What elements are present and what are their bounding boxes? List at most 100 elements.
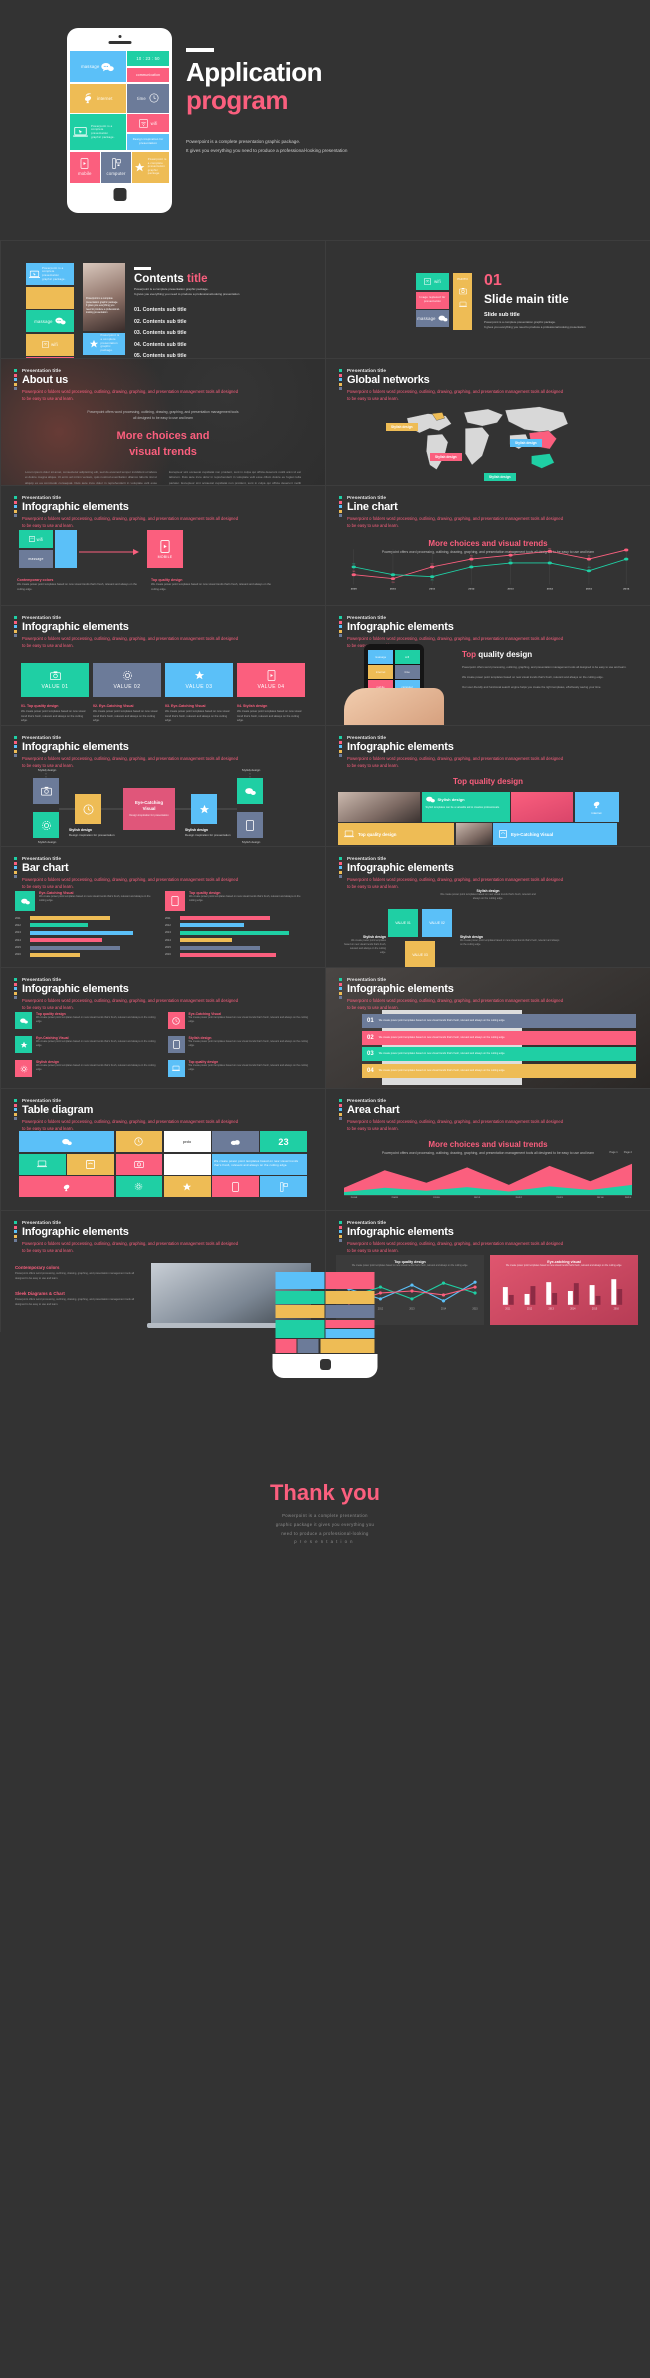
tile-text[interactable]: We create power point templates based on… — [212, 1153, 307, 1175]
slide-main-title[interactable]: wifi Image replaced for presentation mas… — [325, 240, 650, 358]
tile-massage[interactable]: massage — [368, 650, 394, 664]
tile-slate[interactable] — [325, 1305, 375, 1318]
home-button[interactable] — [319, 1359, 331, 1370]
tile-slate[interactable] — [297, 1339, 319, 1353]
tile-wifi[interactable]: wifi — [416, 273, 449, 290]
map-pin[interactable]: Stylish design — [386, 423, 418, 431]
tile-gear[interactable] — [115, 1176, 163, 1197]
tile-wifi[interactable]: wifi — [127, 114, 169, 132]
tile-laptop[interactable]: Powerpoint is a complete presentation gr… — [70, 114, 126, 150]
node-yellow[interactable]: VALUE 03 — [405, 941, 435, 967]
tile-green[interactable] — [275, 1319, 325, 1338]
slide-infographic-5[interactable]: Presentation title Infographic elements … — [325, 725, 650, 846]
tile-massage[interactable]: massage — [416, 310, 449, 327]
tile-mobile[interactable]: MOBILE — [147, 530, 183, 568]
slide-infographic-2[interactable]: Presentation title Infographic elements … — [0, 605, 325, 725]
card-top-quality[interactable]: Top quality design — [338, 823, 454, 845]
tile-blue[interactable] — [275, 1272, 325, 1289]
step-row[interactable]: 01 We create power point templates based… — [362, 1014, 636, 1028]
tile-image-replace[interactable]: Image replaced for presentation — [416, 291, 449, 309]
tile-wifi[interactable] — [67, 1153, 114, 1175]
home-button[interactable] — [113, 188, 126, 201]
slide-line-chart[interactable]: Presentation title Line chart Powerpoint… — [325, 485, 650, 605]
tile-number[interactable]: 23 — [260, 1131, 307, 1152]
tile-wifi[interactable]: wifi — [394, 650, 420, 664]
tile-wifi[interactable]: wifi — [19, 530, 53, 548]
value-card[interactable]: VALUE 01 — [21, 663, 89, 698]
tile-laptop[interactable]: Powerpoint is a complete presentation gr… — [26, 263, 74, 285]
tile-communication[interactable]: communication — [127, 67, 169, 82]
tile-green[interactable] — [275, 1290, 325, 1304]
slide-global-networks[interactable]: Presentation title Global networks Power… — [325, 358, 650, 485]
tile-massage[interactable] — [19, 1131, 114, 1152]
slide-infographic-8[interactable]: Presentation title Infographic elements … — [325, 967, 650, 1088]
list-item[interactable]: 03. Contents sub title — [134, 330, 239, 336]
list-item[interactable]: Eye-Catching Visual We create power point… — [167, 1012, 312, 1029]
list-item[interactable]: Top quality design We create power point … — [15, 1012, 159, 1029]
tile-plain-yellow[interactable] — [26, 286, 74, 309]
tile-star[interactable] — [163, 1176, 211, 1197]
step-row[interactable]: 02 We create power point templates based… — [362, 1030, 636, 1045]
card-stylish-design[interactable]: Stylish design Stylish templates can be … — [421, 792, 510, 822]
slide-infographic-1[interactable]: Presentation title Infographic elements … — [0, 485, 325, 605]
tile-massage[interactable]: massage — [70, 51, 126, 82]
value-card[interactable]: VALUE 04 — [237, 663, 305, 698]
node-green[interactable]: VALUE 01 — [388, 909, 418, 937]
slide-table-diagram[interactable]: Presentation title Table diagram Powerpo… — [0, 1088, 325, 1210]
card-internet[interactable]: internet — [574, 792, 619, 822]
tile-internet[interactable]: internet — [70, 83, 126, 113]
tile-star[interactable]: Powerpoint is a complete presentation gr… — [83, 332, 125, 355]
tile-computer[interactable] — [260, 1176, 307, 1197]
tile-white[interactable] — [163, 1153, 211, 1175]
tile-yellow[interactable] — [320, 1339, 375, 1353]
slide-about-us[interactable]: Presentation title About us Powerpoint o… — [0, 358, 325, 485]
list-item[interactable]: Stylish design We create power point temp… — [15, 1060, 159, 1077]
tile-massage[interactable]: massage — [19, 550, 53, 568]
step-row[interactable]: 04 We create power point templates based… — [362, 1063, 636, 1078]
tile-time[interactable]: time — [127, 83, 169, 113]
tile-design-inspiration[interactable]: Design inspiration for presentation — [127, 133, 169, 150]
tile-clock[interactable]: 10 : 23 : 50 — [127, 51, 169, 66]
tile-star[interactable]: Powerpoint is a complete presentation gr… — [132, 151, 169, 183]
value-card[interactable]: VALUE 02 — [93, 663, 161, 698]
tile-pink[interactable] — [325, 1319, 375, 1328]
slide-contents[interactable]: Powerpoint is a complete presentation gr… — [0, 240, 325, 358]
list-item[interactable]: 04. Contents sub title — [134, 342, 239, 348]
tile-blue-accent[interactable] — [55, 530, 77, 568]
slide-area-chart[interactable]: Presentation title Area chart Powerpoint… — [325, 1088, 650, 1210]
tile-pink[interactable] — [325, 1272, 375, 1289]
list-item[interactable]: Top quality design We create power point … — [167, 1060, 312, 1077]
node-blue[interactable]: VALUE 02 — [422, 909, 452, 937]
tile-mobile[interactable] — [212, 1176, 259, 1197]
tile-time[interactable]: time — [394, 665, 420, 680]
list-item[interactable]: Eye-Catching Visual We create power point… — [15, 1036, 159, 1053]
tile-pedo[interactable]: pedo — [163, 1131, 211, 1152]
tile-laptop[interactable] — [19, 1153, 66, 1175]
tile-wifi[interactable]: wifi — [26, 333, 74, 356]
map-pin[interactable]: Stylish design — [510, 439, 542, 447]
tile-clock[interactable] — [115, 1131, 163, 1152]
list-item[interactable]: Stylish design We create power point temp… — [167, 1036, 312, 1053]
slide-bar-chart[interactable]: Presentation title Bar chart Powerpoint … — [0, 846, 325, 967]
tile-blue[interactable] — [325, 1329, 375, 1338]
list-item[interactable]: 02. Contents sub title — [134, 319, 239, 325]
tile-cloud[interactable] — [212, 1131, 259, 1152]
tile-satellite[interactable] — [19, 1176, 114, 1197]
value-card[interactable]: VALUE 03 — [165, 663, 233, 698]
tile-camera[interactable] — [115, 1153, 163, 1175]
tile-computer[interactable]: computer — [101, 151, 131, 183]
slide-infographic-4[interactable]: Presentation title Infographic elements … — [0, 725, 325, 846]
slide-infographic-7[interactable]: Presentation title Infographic elements … — [0, 967, 325, 1088]
tile-yellow[interactable] — [325, 1290, 375, 1304]
step-row[interactable]: 03 We create power point templates based… — [362, 1047, 636, 1061]
list-item[interactable]: 01. Contents sub title — [134, 307, 239, 313]
map-pin[interactable]: Stylish design — [430, 453, 462, 461]
map-pin[interactable]: Stylish design — [484, 473, 516, 481]
tile-massage[interactable]: massage — [26, 310, 74, 332]
tile-internet[interactable]: internet — [368, 665, 394, 680]
slide-infographic-3[interactable]: Presentation title Infographic elements … — [325, 605, 650, 725]
slide-infographic-6[interactable]: Presentation title Infographic elements … — [325, 846, 650, 967]
card-eye-catching[interactable]: Eye-Catching Visual — [493, 823, 617, 845]
tile-pink[interactable] — [275, 1339, 297, 1353]
tile-yellow[interactable] — [275, 1305, 325, 1318]
